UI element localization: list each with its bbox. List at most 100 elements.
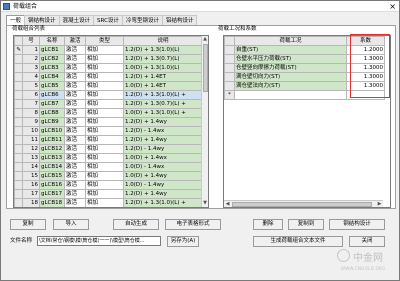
cell-num[interactable]: 7 bbox=[22, 99, 40, 109]
cell-num[interactable]: 6 bbox=[22, 90, 40, 100]
cell-desc[interactable]: 1.0(D) - 1.4wy bbox=[123, 180, 203, 190]
table-row[interactable]: 19gLCB19激活相加1.2(D) + 1.3(0.7)(L) + bbox=[15, 208, 203, 209]
row-header[interactable] bbox=[14, 117, 23, 127]
cell-desc[interactable]: 1.2(D) + 1.3(0.7)(L) + bbox=[123, 99, 203, 109]
col-header-name[interactable]: 名称 bbox=[39, 36, 65, 46]
scroll-down-icon[interactable]: ▼ bbox=[202, 200, 208, 207]
table-row[interactable]: 6 gLCB6 激活 相加 1.2(D) + 1.3(1.0)(L) + bbox=[14, 90, 203, 100]
table-row[interactable]: 8 gLCB8 激活 相加 1.0(D) + 1.3(1.0)(L) + bbox=[14, 108, 203, 118]
table-row[interactable]: 15 gLCB15 激活 相加 1.0(D) + 1.4wy bbox=[14, 171, 203, 181]
row-header[interactable]: ✎ bbox=[14, 45, 23, 55]
cell-type[interactable]: 相加 bbox=[85, 180, 124, 190]
scroll-right-icon[interactable]: ▶ bbox=[376, 201, 383, 207]
table-row[interactable]: 3 gLCB3 激活 相加 1.0(D) + 1.3(1.0)(L) bbox=[14, 63, 203, 73]
scroll-left-icon[interactable]: ◀ bbox=[224, 201, 231, 207]
row-header[interactable] bbox=[14, 81, 23, 91]
cell-desc[interactable]: 1.0(D) + 1.3(1.0)(L) + bbox=[123, 108, 203, 118]
cell-active[interactable]: 激活 bbox=[64, 108, 86, 118]
delete-button[interactable]: 删除 bbox=[253, 219, 283, 230]
cell-type[interactable]: 相加 bbox=[85, 198, 124, 207]
cell-active[interactable]: 激活 bbox=[64, 54, 86, 64]
cell-active[interactable]: 激活 bbox=[64, 189, 86, 199]
cell-desc[interactable]: 1.0(D) - 1.4wx bbox=[123, 162, 203, 172]
table-row[interactable]: 10 gLCB10 激活 相加 1.2(D) - 1.4wx bbox=[14, 126, 203, 136]
cell-active[interactable]: 激活 bbox=[64, 126, 86, 136]
cell-active[interactable]: 激活 bbox=[64, 180, 86, 190]
table-row[interactable]: 17 gLCB17 激活 相加 1.2(D) + 1.4wy bbox=[14, 189, 203, 199]
row-header[interactable] bbox=[14, 162, 23, 172]
cell-type[interactable]: 相加 bbox=[85, 117, 124, 127]
table-row[interactable]: 11 gLCB11 激活 相加 1.2(D) + 1.4wy bbox=[14, 135, 203, 145]
scroll-thumb[interactable] bbox=[203, 44, 208, 92]
cell-name[interactable]: gLCB8 bbox=[39, 108, 65, 118]
file-path-field[interactable]: \文档\常仓\钢模\模\筒仓模(一一)\模型\筒仓模... bbox=[37, 236, 161, 246]
cell-load-case[interactable]: 仓壁竖向摩擦力荷载(ST) bbox=[234, 63, 347, 73]
row-header[interactable] bbox=[14, 144, 23, 154]
cell-name[interactable]: gLCB14 bbox=[39, 162, 65, 172]
table-row[interactable]: 7 gLCB7 激活 相加 1.2(D) + 1.3(0.7)(L) + bbox=[14, 99, 203, 109]
cell-num[interactable]: 14 bbox=[22, 162, 40, 172]
table-row[interactable]: 9 gLCB9 激活 相加 1.2(D) + 1.4wy bbox=[14, 117, 203, 127]
row-header[interactable] bbox=[14, 126, 23, 136]
row-header[interactable] bbox=[14, 198, 23, 207]
cell-type[interactable]: 相加 bbox=[85, 72, 124, 82]
cell-num[interactable]: 9 bbox=[22, 117, 40, 127]
table-row[interactable]: 4 gLCB4 激活 相加 1.2(D) + 1.4ET bbox=[14, 72, 203, 82]
cell-type[interactable]: 相加 bbox=[85, 90, 124, 100]
cell-load-case[interactable]: 自重(ST) bbox=[234, 45, 347, 55]
cell-name[interactable]: gLCB13 bbox=[39, 153, 65, 163]
table-row[interactable]: 5 gLCB5 激活 相加 1.0(D) + 1.4ET bbox=[14, 81, 203, 91]
row-header[interactable] bbox=[14, 54, 23, 64]
cell-active[interactable]: 激活 bbox=[65, 208, 86, 209]
cell-active[interactable]: 激活 bbox=[64, 153, 86, 163]
cell-desc[interactable]: 1.2(D) + 1.3(0.7)(L) bbox=[123, 54, 203, 64]
cell-num[interactable]: 13 bbox=[22, 153, 40, 163]
cell-type[interactable]: 相加 bbox=[85, 63, 124, 73]
row-header[interactable] bbox=[14, 189, 23, 199]
tab-concrete-design[interactable]: 混凝土设计 bbox=[58, 15, 95, 25]
cell-name[interactable]: gLCB6 bbox=[39, 90, 65, 100]
grid-horizontal-scrollbar[interactable]: ◀ ▶ bbox=[224, 200, 383, 207]
table-row[interactable]: 18 gLCB18 激活 相加 1.2(D) + 1.3(1.0)(L) + bbox=[14, 198, 203, 207]
cell-load-case[interactable]: 满仓壁切向力(ST) bbox=[234, 72, 347, 82]
row-header[interactable] bbox=[224, 54, 235, 64]
cell-name[interactable]: gLCB16 bbox=[39, 180, 65, 190]
row-header[interactable] bbox=[14, 135, 23, 145]
tab-src-design[interactable]: SRC设计 bbox=[93, 15, 123, 25]
cell-num[interactable]: 2 bbox=[22, 54, 40, 64]
cell-type[interactable]: 相加 bbox=[85, 99, 124, 109]
cell-num[interactable]: 17 bbox=[22, 189, 40, 199]
copy-button[interactable]: 复制 bbox=[10, 219, 46, 230]
table-row[interactable]: 14 gLCB14 激活 相加 1.0(D) - 1.4wx bbox=[14, 162, 203, 172]
col-header-desc[interactable]: 说明 bbox=[123, 36, 203, 46]
cell-active[interactable]: 激活 bbox=[64, 135, 86, 145]
row-header[interactable] bbox=[14, 153, 23, 163]
col-header-active[interactable]: 激活 bbox=[64, 36, 86, 46]
row-header[interactable] bbox=[224, 63, 235, 73]
cell-active[interactable]: 激活 bbox=[64, 162, 86, 172]
cell-desc[interactable]: 1.0(D) + 1.3(1.0)(L) bbox=[123, 63, 203, 73]
cell-name[interactable]: gLCB11 bbox=[39, 135, 65, 145]
cell-type[interactable]: 相加 bbox=[85, 153, 124, 163]
cell-desc[interactable]: 1.2(D) + 1.3(1.0)(L) + bbox=[123, 198, 203, 207]
cell-desc[interactable]: 1.2(D) - 1.4wx bbox=[123, 126, 203, 136]
col-header-type[interactable]: 类型 bbox=[85, 36, 124, 46]
col-header-load-case[interactable]: 荷载工况 bbox=[234, 36, 347, 46]
copy-to-button[interactable]: 复制到 bbox=[288, 219, 324, 230]
tab-cold-formed-design[interactable]: 冷弯型钢设计 bbox=[121, 15, 163, 25]
cell-desc[interactable]: 1.2(D) + 1.4wy bbox=[123, 117, 203, 127]
cell-name[interactable]: gLCB5 bbox=[39, 81, 65, 91]
cell-active[interactable]: 激活 bbox=[64, 171, 86, 181]
row-header[interactable] bbox=[14, 180, 23, 190]
cell-name[interactable]: gLCB2 bbox=[39, 54, 65, 64]
auto-generate-button[interactable]: 自动生成 bbox=[113, 219, 159, 230]
cell-type[interactable]: 相加 bbox=[85, 108, 124, 118]
row-header[interactable] bbox=[14, 99, 23, 109]
row-header[interactable] bbox=[224, 72, 235, 82]
grid-vertical-scrollbar[interactable]: ▲ ▼ bbox=[201, 36, 208, 207]
cell-num[interactable]: 16 bbox=[22, 180, 40, 190]
cell-name[interactable]: gLCB10 bbox=[39, 126, 65, 136]
cell-name[interactable]: gLCB1 bbox=[39, 45, 65, 55]
cell-desc[interactable]: 1.2(D) + 1.4wy bbox=[123, 189, 203, 199]
cell-num[interactable]: 1 bbox=[22, 45, 40, 55]
